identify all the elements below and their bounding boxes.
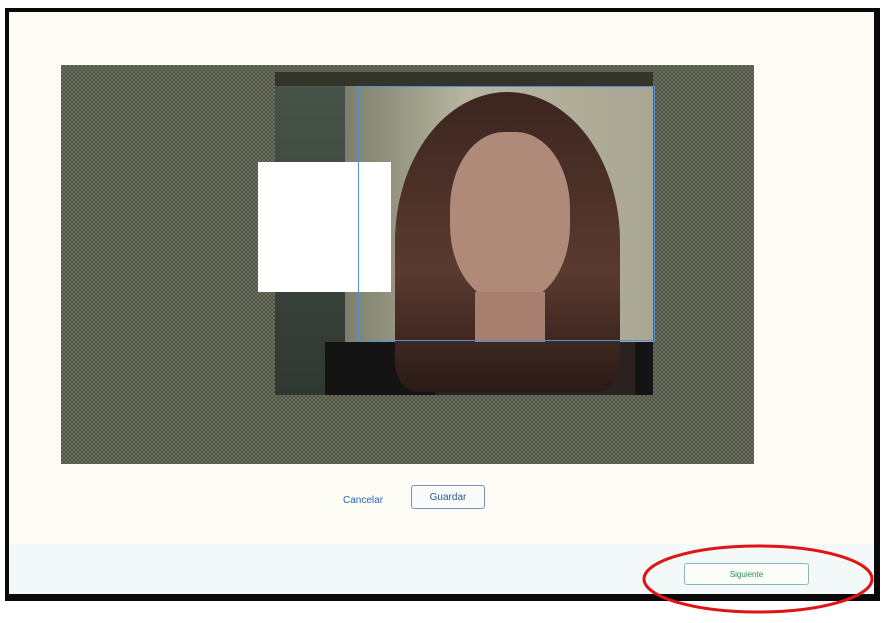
dialog-actions: Cancelar Guardar bbox=[9, 485, 874, 515]
photo-crop-dialog: Cancelar Guardar bbox=[5, 8, 880, 601]
cancel-link[interactable]: Cancelar bbox=[343, 495, 383, 506]
save-button[interactable]: Guardar bbox=[411, 485, 485, 509]
crop-selection-box[interactable] bbox=[358, 86, 655, 341]
crop-canvas[interactable] bbox=[61, 65, 754, 464]
next-button[interactable]: Siguiente bbox=[684, 563, 809, 585]
photo-top-strip bbox=[275, 72, 653, 86]
